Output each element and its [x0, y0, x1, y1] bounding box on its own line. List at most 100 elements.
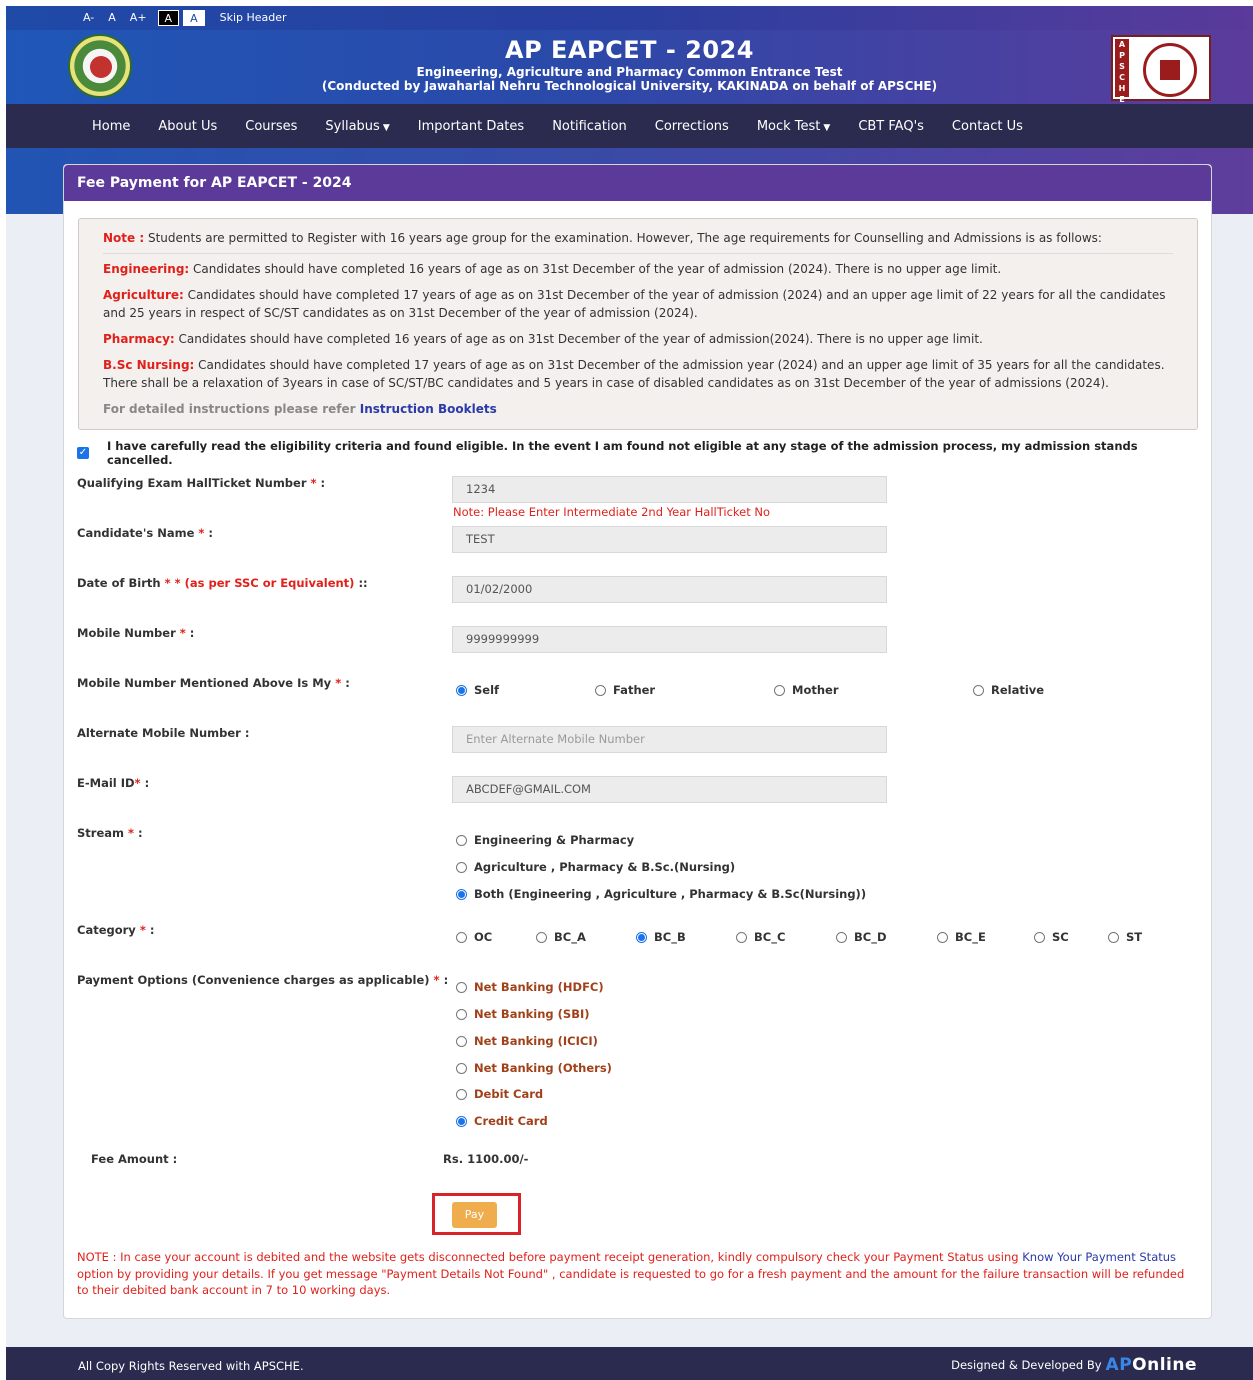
mobile-input[interactable]: 9999999999 [452, 626, 887, 653]
category-radio-st[interactable]: ST [1108, 930, 1142, 944]
nav-home[interactable]: Home [78, 119, 144, 134]
aponline-brand-ap: AP [1105, 1355, 1133, 1375]
category-option-label: SC [1052, 930, 1069, 944]
payment-radio-sbi[interactable]: Net Banking (SBI) [456, 1007, 590, 1021]
name-input[interactable]: TEST [452, 526, 887, 553]
agri-label: Agriculture: [103, 288, 184, 302]
radio-icon [456, 931, 467, 943]
category-option-label: OC [474, 930, 493, 944]
nav-syllabus[interactable]: Syllabus ▼ [311, 119, 403, 134]
hallticket-hint: Note: Please Enter Intermediate 2nd Year… [453, 505, 771, 519]
note-text: Students are permitted to Register with … [144, 231, 1102, 245]
stream-label: Stream * : [77, 826, 143, 840]
instruction-booklets-link[interactable]: Instruction Booklets [360, 402, 497, 416]
owner-radio-mother[interactable]: Mother [774, 683, 839, 697]
know-payment-status-link[interactable]: Know Your Payment Status [1022, 1250, 1176, 1264]
note-label: Note : [103, 231, 145, 245]
fee-amount-label: Fee Amount : [91, 1152, 178, 1166]
stream-option-label: Both (Engineering , Agriculture , Pharma… [474, 887, 867, 901]
pharm-text: Candidates should have completed 16 year… [174, 332, 983, 346]
font-decrease-button[interactable]: A- [76, 10, 101, 26]
caret-down-icon: ▼ [382, 122, 390, 133]
payment-option-label: Net Banking (ICICI) [474, 1034, 598, 1048]
pay-button[interactable]: Pay [452, 1202, 497, 1228]
radio-icon [456, 861, 467, 873]
category-option-label: BC_B [654, 930, 686, 944]
instr-prefix: For detailed instructions please refer [103, 402, 360, 416]
agree-checkbox[interactable]: ✓ [77, 447, 89, 459]
owner-radio-father[interactable]: Father [595, 683, 655, 697]
nav-mock-test-label: Mock Test [756, 118, 821, 134]
category-radio-oc[interactable]: OC [456, 930, 492, 944]
required-mark: * [198, 526, 205, 540]
nav-about[interactable]: About Us [144, 119, 231, 134]
skip-header-link[interactable]: Skip Header [213, 10, 294, 26]
category-radio-bc-e[interactable]: BC_E [937, 930, 986, 944]
light-theme-button[interactable]: A [183, 10, 205, 26]
dob-input[interactable]: 01/02/2000 [452, 576, 887, 603]
payment-radio-hdfc[interactable]: Net Banking (HDFC) [456, 980, 604, 994]
nav-syllabus-label: Syllabus [325, 118, 380, 134]
category-label: Category * : [77, 923, 155, 937]
payment-radio-others[interactable]: Net Banking (Others) [456, 1061, 612, 1075]
owner-mother-label: Mother [792, 683, 839, 697]
alt-mobile-label: Alternate Mobile Number : [77, 726, 250, 740]
bsc-label: B.Sc Nursing: [103, 358, 195, 372]
radio-icon [937, 931, 948, 943]
radio-selected-icon [456, 1115, 467, 1127]
font-normal-button[interactable]: A [101, 10, 123, 26]
agree-text: I have carefully read the eligibility cr… [107, 439, 1138, 467]
stream-option-label: Engineering & Pharmacy [474, 833, 635, 847]
email-input[interactable]: ABCDEF@GMAIL.COM [452, 776, 887, 803]
nav-cbt-faq[interactable]: CBT FAQ's [844, 119, 938, 134]
fee-amount-value: Rs. 1100.00/- [443, 1152, 529, 1166]
category-radio-bc-a[interactable]: BC_A [536, 930, 586, 944]
required-mark: * [134, 776, 141, 790]
aponline-brand-online: Online [1132, 1355, 1197, 1375]
designed-by-text: Designed & Developed By [951, 1358, 1102, 1372]
apsche-logo-letters: APSCHE [1115, 39, 1129, 104]
hallticket-label: Qualifying Exam HallTicket Number * : [77, 476, 326, 490]
dark-theme-button[interactable]: A [157, 10, 180, 26]
font-increase-button[interactable]: A+ [123, 10, 154, 26]
nav-mock-test[interactable]: Mock Test ▼ [743, 119, 845, 134]
required-mark: * [433, 973, 440, 987]
radio-icon [774, 684, 785, 696]
owner-radio-self[interactable]: Self [456, 683, 499, 697]
stream-radio-agri-pharm[interactable]: Agriculture , Pharmacy & B.Sc.(Nursing) [456, 860, 735, 874]
category-radio-bc-b[interactable]: BC_B [636, 930, 686, 944]
hallticket-input[interactable]: 1234 [452, 476, 887, 503]
radio-icon [456, 981, 467, 993]
note-instructions: For detailed instructions please refer I… [103, 400, 1173, 418]
bottom-note-prefix: NOTE : In case your account is debited a… [77, 1250, 1023, 1264]
required-mark: * [335, 676, 342, 690]
radio-icon [836, 931, 847, 943]
payment-radio-debit[interactable]: Debit Card [456, 1087, 543, 1101]
alt-mobile-input[interactable]: Enter Alternate Mobile Number [452, 726, 887, 753]
stream-radio-both[interactable]: Both (Engineering , Agriculture , Pharma… [456, 887, 866, 901]
payment-radio-icici[interactable]: Net Banking (ICICI) [456, 1034, 598, 1048]
radio-icon [1108, 931, 1119, 943]
category-option-label: BC_D [854, 930, 887, 944]
nav-courses[interactable]: Courses [231, 119, 311, 134]
radio-selected-icon [636, 931, 647, 943]
apsche-emblem-icon [1143, 43, 1197, 97]
category-radio-bc-c[interactable]: BC_C [736, 930, 785, 944]
owner-radio-relative[interactable]: Relative [973, 683, 1044, 697]
note-agriculture: Agriculture: Candidates should have comp… [103, 286, 1173, 322]
nav-notification[interactable]: Notification [538, 119, 641, 134]
stream-radio-eng-pharm[interactable]: Engineering & Pharmacy [456, 833, 634, 847]
radio-icon [595, 684, 606, 696]
category-radio-bc-d[interactable]: BC_D [836, 930, 887, 944]
nav-corrections[interactable]: Corrections [641, 119, 743, 134]
nav-contact[interactable]: Contact Us [938, 119, 1037, 134]
required-mark: * [128, 826, 135, 840]
dob-label: Date of Birth * * (as per SSC or Equival… [77, 576, 368, 590]
category-radio-sc[interactable]: SC [1034, 930, 1069, 944]
payment-radio-credit[interactable]: Credit Card [456, 1114, 548, 1128]
panel-title: Fee Payment for AP EAPCET - 2024 [64, 165, 1211, 201]
nav-important-dates[interactable]: Important Dates [404, 119, 538, 134]
payment-option-label: Net Banking (SBI) [474, 1007, 590, 1021]
name-label: Candidate's Name * : [77, 526, 214, 540]
note-engineering: Engineering: Candidates should have comp… [103, 260, 1173, 278]
